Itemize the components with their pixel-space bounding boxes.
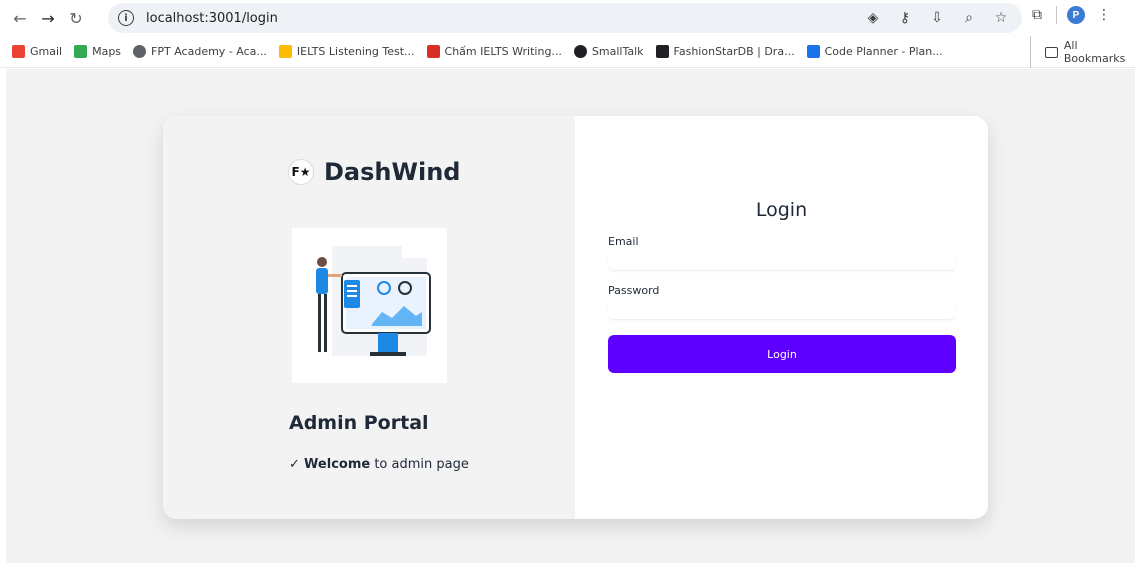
all-bookmarks[interactable]: All Bookmarks <box>1030 36 1135 68</box>
zoom-icon[interactable]: ⌕ <box>960 9 978 27</box>
profile-avatar[interactable]: P <box>1067 6 1085 24</box>
smalltalk-icon <box>573 45 587 58</box>
code-planner-icon <box>806 45 820 58</box>
url-text[interactable]: localhost:3001/login <box>146 11 278 26</box>
brand-name: DashWind <box>324 158 461 186</box>
extensions-icon[interactable]: ⧉ <box>1028 6 1046 24</box>
bookmark-star-icon[interactable]: ☆ <box>992 9 1010 27</box>
email-label: Email <box>608 235 639 248</box>
login-card: F★ DashWind Admin Portal ✓ Welcome to ad… <box>163 116 988 519</box>
page-background: F★ DashWind Admin Portal ✓ Welcome to ad… <box>6 69 1135 563</box>
folder-icon <box>1045 46 1058 58</box>
password-key-icon[interactable]: ⚷ <box>896 9 914 27</box>
check-icon: ✓ <box>289 457 300 472</box>
install-app-icon[interactable]: ⇩ <box>928 9 946 27</box>
bookmark-maps[interactable]: Maps <box>74 45 121 58</box>
menu-icon[interactable]: ⋮ <box>1095 6 1113 24</box>
bookmarks-bar: Gmail Maps FPT Academy - Aca... IELTS Li… <box>0 36 1135 68</box>
login-button[interactable]: Login <box>608 335 956 373</box>
left-panel: F★ DashWind Admin Portal ✓ Welcome to ad… <box>163 116 575 519</box>
welcome-text: to admin page <box>370 457 469 472</box>
password-label: Password <box>608 284 660 297</box>
maps-icon <box>74 45 88 58</box>
reload-icon[interactable]: ↻ <box>64 6 88 30</box>
bookmark-smalltalk[interactable]: SmallTalk <box>573 45 644 58</box>
bookmark-fashionstardb[interactable]: FashionStarDB | Dra... <box>655 45 795 58</box>
back-icon[interactable]: ← <box>8 6 32 30</box>
bookmark-gmail[interactable]: Gmail <box>12 45 62 58</box>
bookmark-ielts-writing[interactable]: Chấm IELTS Writing... <box>426 45 562 58</box>
forward-icon[interactable]: → <box>36 6 60 30</box>
welcome-bold: Welcome <box>304 457 371 472</box>
globe-icon <box>133 45 147 58</box>
brand: F★ DashWind <box>288 158 460 186</box>
welcome-line: ✓ Welcome to admin page <box>289 457 469 472</box>
password-field[interactable] <box>608 298 956 320</box>
site-info-icon[interactable]: i <box>118 10 134 26</box>
dbdiagram-icon <box>655 45 669 58</box>
brand-logo-icon: F★ <box>288 159 314 185</box>
bookmark-code-planner[interactable]: Code Planner - Plan... <box>806 45 943 58</box>
bookmark-ielts-listening[interactable]: IELTS Listening Test... <box>278 45 415 58</box>
ielts-icon <box>278 45 292 58</box>
address-bar[interactable]: i localhost:3001/login ◈ ⚷ ⇩ ⌕ ☆ <box>108 3 1022 33</box>
email-field[interactable] <box>608 249 956 271</box>
lens-icon[interactable]: ◈ <box>864 9 882 27</box>
dashboard-illustration <box>292 228 447 383</box>
gmail-icon <box>12 45 25 58</box>
login-title: Login <box>755 199 808 221</box>
writing-icon <box>426 45 440 58</box>
right-panel: Login Email Password Login <box>575 116 988 519</box>
admin-portal-title: Admin Portal <box>289 412 429 434</box>
toolbar-divider <box>1056 6 1057 24</box>
bookmark-fpt-academy[interactable]: FPT Academy - Aca... <box>133 45 267 58</box>
browser-toolbar: ← → ↻ i localhost:3001/login ◈ ⚷ ⇩ ⌕ ☆ ⧉… <box>0 0 1135 36</box>
